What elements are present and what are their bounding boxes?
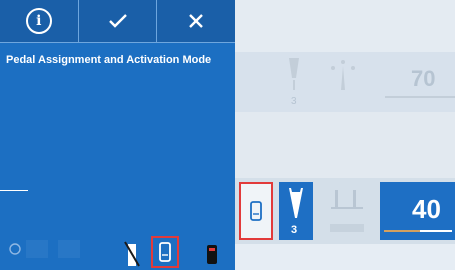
pedal-option-selected[interactable] bbox=[151, 236, 179, 268]
instrument-row-2[interactable] bbox=[235, 112, 455, 178]
instrument-row-1[interactable]: 3 70 bbox=[235, 52, 455, 112]
spray-icon-faded bbox=[331, 60, 355, 90]
settings-panel: i Pedal Assignment and Activation Mode bbox=[0, 0, 235, 270]
tool-icon-faded bbox=[289, 58, 299, 90]
pedal-option-dark[interactable] bbox=[198, 238, 226, 270]
close-button[interactable] bbox=[157, 0, 235, 42]
handpiece-cell[interactable]: 3 bbox=[279, 182, 313, 240]
close-icon bbox=[189, 14, 204, 28]
confirm-button[interactable] bbox=[79, 0, 158, 42]
pedal-option-none[interactable] bbox=[118, 238, 146, 270]
pedal-disabled-icon bbox=[124, 241, 140, 267]
tips-icon-faded bbox=[331, 190, 363, 209]
row1-value: 70 bbox=[411, 66, 436, 91]
faded-option-2 bbox=[58, 240, 80, 258]
panel-toolbar: i bbox=[0, 0, 235, 43]
check-icon bbox=[108, 14, 127, 28]
row3-value-underline-dark bbox=[384, 230, 420, 232]
power-icon bbox=[9, 243, 21, 255]
active-pedal-cell[interactable] bbox=[239, 182, 273, 240]
row3-value-underline bbox=[420, 230, 452, 232]
row3-value-box[interactable]: 40 bbox=[380, 182, 455, 240]
row3-sub-value: 3 bbox=[291, 224, 298, 236]
row-top bbox=[235, 0, 455, 52]
row1-value-underline bbox=[385, 96, 455, 98]
row-bottom bbox=[235, 244, 455, 270]
divider bbox=[0, 190, 28, 191]
row3-value: 40 bbox=[412, 194, 441, 224]
info-icon: i bbox=[25, 8, 52, 34]
faded-label-bar bbox=[330, 224, 364, 232]
row1-sub-value: 3 bbox=[291, 96, 297, 107]
panel-title: Pedal Assignment and Activation Mode bbox=[6, 54, 212, 66]
handpiece-icon bbox=[289, 188, 303, 218]
info-button[interactable]: i bbox=[0, 0, 79, 42]
pedal-icon bbox=[159, 242, 171, 262]
pedal-icon bbox=[250, 201, 262, 221]
faded-option-1 bbox=[26, 240, 48, 258]
pedal-dark-icon bbox=[207, 245, 217, 264]
instrument-list: 3 70 3 40 bbox=[235, 0, 455, 270]
